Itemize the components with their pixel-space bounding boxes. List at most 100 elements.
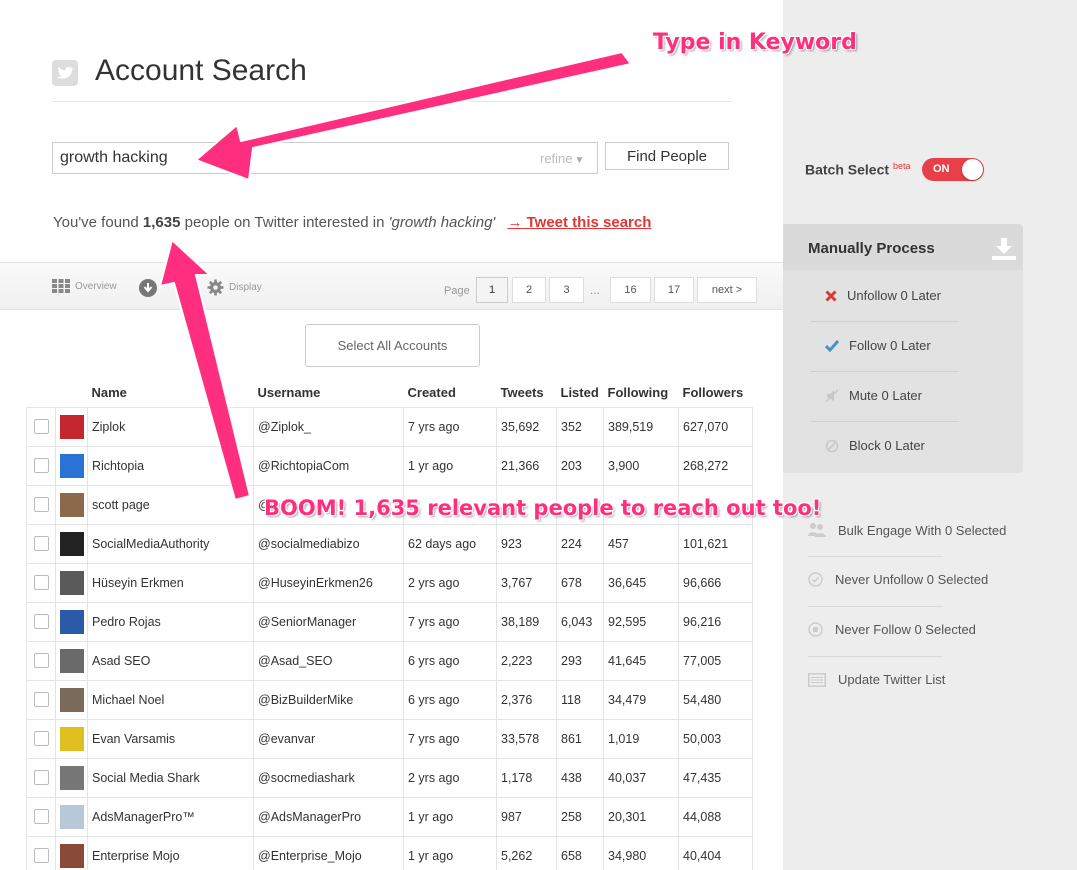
username-cell[interactable]: @evanvar bbox=[253, 718, 404, 759]
username-cell[interactable]: @HuseyinErkmen26 bbox=[253, 562, 404, 603]
download-arrow-button[interactable] bbox=[139, 279, 157, 297]
table-row[interactable]: Ziplok @Ziplok_ 7 yrs ago 35,692 352 389,519 6… bbox=[26, 406, 753, 447]
username-cell[interactable]: @Asad_SEO bbox=[253, 640, 404, 681]
follow-later-item[interactable]: Follow 0 Later bbox=[825, 338, 931, 353]
avatar[interactable] bbox=[59, 765, 84, 790]
avatar-cell bbox=[55, 757, 88, 798]
name-cell[interactable]: Ziplok bbox=[87, 406, 254, 447]
page-button-17[interactable]: 17 bbox=[654, 277, 694, 303]
name-cell[interactable]: Pedro Rojas bbox=[87, 601, 254, 642]
header-created: Created bbox=[407, 384, 456, 400]
batch-select-label: Batch Select beta bbox=[805, 161, 910, 178]
table-row[interactable]: AdsManagerPro™ @AdsManagerPro 1 yr ago 987 2… bbox=[26, 796, 753, 837]
row-checkbox[interactable] bbox=[33, 731, 49, 747]
bulk-engage-label: Bulk Engage With 0 Selected bbox=[838, 522, 1007, 538]
username-cell[interactable]: @Ziplok_ bbox=[253, 406, 404, 447]
search-input[interactable] bbox=[52, 142, 598, 174]
row-checkbox[interactable] bbox=[33, 614, 49, 630]
row-checkbox[interactable] bbox=[33, 692, 49, 708]
table-row[interactable]: Enterprise Mojo @Enterprise_Mojo 1 yr ago 5… bbox=[26, 835, 753, 870]
tweet-search-link[interactable]: → Tweet this search bbox=[507, 214, 651, 231]
following-cell: 41,645 bbox=[603, 640, 679, 681]
page-button-3[interactable]: 3 bbox=[549, 277, 584, 303]
name-cell[interactable]: Richtopia bbox=[87, 445, 254, 486]
row-checkbox[interactable] bbox=[33, 536, 49, 552]
username-cell[interactable]: @RichtopiaCom bbox=[253, 445, 404, 486]
avatar[interactable] bbox=[59, 687, 84, 712]
avatar[interactable] bbox=[59, 492, 84, 517]
avatar[interactable] bbox=[59, 570, 84, 595]
header-name: Name bbox=[91, 384, 127, 400]
avatar[interactable] bbox=[59, 843, 84, 868]
row-checkbox[interactable] bbox=[33, 653, 49, 669]
following-cell: 34,980 bbox=[603, 835, 679, 870]
table-row[interactable]: Social Media Shark @socmediashark 2 yrs ag… bbox=[26, 757, 753, 798]
find-people-button[interactable]: Find People bbox=[605, 142, 729, 170]
display-label: Display bbox=[229, 282, 262, 293]
avatar[interactable] bbox=[59, 414, 84, 439]
username-cell[interactable]: @socialmediabizo bbox=[253, 523, 404, 564]
table-row[interactable]: Hüseyin Erkmen @HuseyinErkmen26 2 yrs ago 3… bbox=[26, 562, 753, 603]
name-cell[interactable]: Asad SEO bbox=[87, 640, 254, 681]
row-checkbox[interactable] bbox=[33, 770, 49, 786]
row-checkbox[interactable] bbox=[33, 809, 49, 825]
table-row[interactable]: Asad SEO @Asad_SEO 6 yrs ago 2,223 293 41,645… bbox=[26, 640, 753, 681]
row-checkbox[interactable] bbox=[33, 458, 49, 474]
page-button-1[interactable]: 1 bbox=[476, 277, 508, 303]
select-all-button[interactable]: Select All Accounts bbox=[305, 324, 480, 367]
name-cell[interactable]: Evan Varsamis bbox=[87, 718, 254, 759]
name-cell[interactable]: Social Media Shark bbox=[87, 757, 254, 798]
username-cell[interactable]: @socmediashark bbox=[253, 757, 404, 798]
table-row[interactable]: Michael Noel @BizBuilderMike 6 yrs ago 2,37… bbox=[26, 679, 753, 720]
tweets-cell: 987 bbox=[496, 796, 557, 837]
avatar[interactable] bbox=[59, 648, 84, 673]
name-cell[interactable]: Enterprise Mojo bbox=[87, 835, 254, 870]
update-twitter-list-item[interactable]: Update Twitter List bbox=[808, 672, 945, 687]
row-checkbox[interactable] bbox=[33, 848, 49, 864]
avatar[interactable] bbox=[59, 726, 84, 751]
follow-later-label: Follow 0 Later bbox=[849, 338, 931, 353]
tweets-cell: 1,178 bbox=[496, 757, 557, 798]
page-button-16[interactable]: 16 bbox=[610, 277, 651, 303]
display-settings-button[interactable]: Display bbox=[207, 279, 262, 296]
never-unfollow-item[interactable]: Never Unfollow 0 Selected bbox=[808, 572, 988, 587]
overview-view-button[interactable]: Overview bbox=[52, 279, 117, 293]
avatar[interactable] bbox=[59, 804, 84, 829]
download-icon[interactable] bbox=[991, 236, 1017, 260]
username-cell[interactable]: @AdsManagerPro bbox=[253, 796, 404, 837]
mute-later-item[interactable]: Mute 0 Later bbox=[825, 388, 922, 403]
name-cell[interactable]: scott page bbox=[87, 484, 254, 525]
never-follow-item[interactable]: Never Follow 0 Selected bbox=[808, 622, 976, 637]
row-checkbox-cell bbox=[26, 523, 56, 564]
username-cell[interactable]: @BizBuilderMike bbox=[253, 679, 404, 720]
followers-cell: 40,404 bbox=[678, 835, 753, 870]
name-cell[interactable]: Hüseyin Erkmen bbox=[87, 562, 254, 603]
block-later-label: Block 0 Later bbox=[849, 438, 925, 453]
name-cell[interactable]: Michael Noel bbox=[87, 679, 254, 720]
row-checkbox[interactable] bbox=[33, 419, 49, 435]
name-cell[interactable]: SocialMediaAuthority bbox=[87, 523, 254, 564]
table-row[interactable]: Pedro Rojas @SeniorManager 7 yrs ago 38,189… bbox=[26, 601, 753, 642]
avatar[interactable] bbox=[59, 531, 84, 556]
username-cell[interactable]: @SeniorManager bbox=[253, 601, 404, 642]
batch-select-toggle[interactable]: ON bbox=[922, 158, 984, 181]
table-row[interactable]: Evan Varsamis @evanvar 7 yrs ago 33,578 861 1… bbox=[26, 718, 753, 759]
divider bbox=[808, 606, 943, 607]
username-cell[interactable]: @Enterprise_Mojo bbox=[253, 835, 404, 870]
bulk-engage-item[interactable]: Bulk Engage With 0 Selected bbox=[808, 522, 1006, 538]
page-button-2[interactable]: 2 bbox=[512, 277, 546, 303]
name-cell[interactable]: AdsManagerPro™ bbox=[87, 796, 254, 837]
accounts-table: Name Username Created Tweets Listed Foll… bbox=[26, 378, 753, 870]
row-checkbox[interactable] bbox=[33, 575, 49, 591]
next-page-button[interactable]: next > bbox=[697, 277, 757, 303]
row-checkbox[interactable] bbox=[33, 497, 49, 513]
listed-cell: 293 bbox=[556, 640, 604, 681]
block-later-item[interactable]: Block 0 Later bbox=[825, 438, 925, 453]
table-row[interactable]: SocialMediaAuthority @socialmediabizo 62 d… bbox=[26, 523, 753, 564]
avatar[interactable] bbox=[59, 453, 84, 478]
avatar[interactable] bbox=[59, 609, 84, 634]
table-row[interactable]: Richtopia @RichtopiaCom 1 yr ago 21,366 203 3… bbox=[26, 445, 753, 486]
refine-dropdown[interactable]: refine ▼ bbox=[540, 151, 584, 166]
unfollow-later-item[interactable]: Unfollow 0 Later bbox=[825, 288, 941, 303]
followers-cell: 101,621 bbox=[678, 523, 753, 564]
